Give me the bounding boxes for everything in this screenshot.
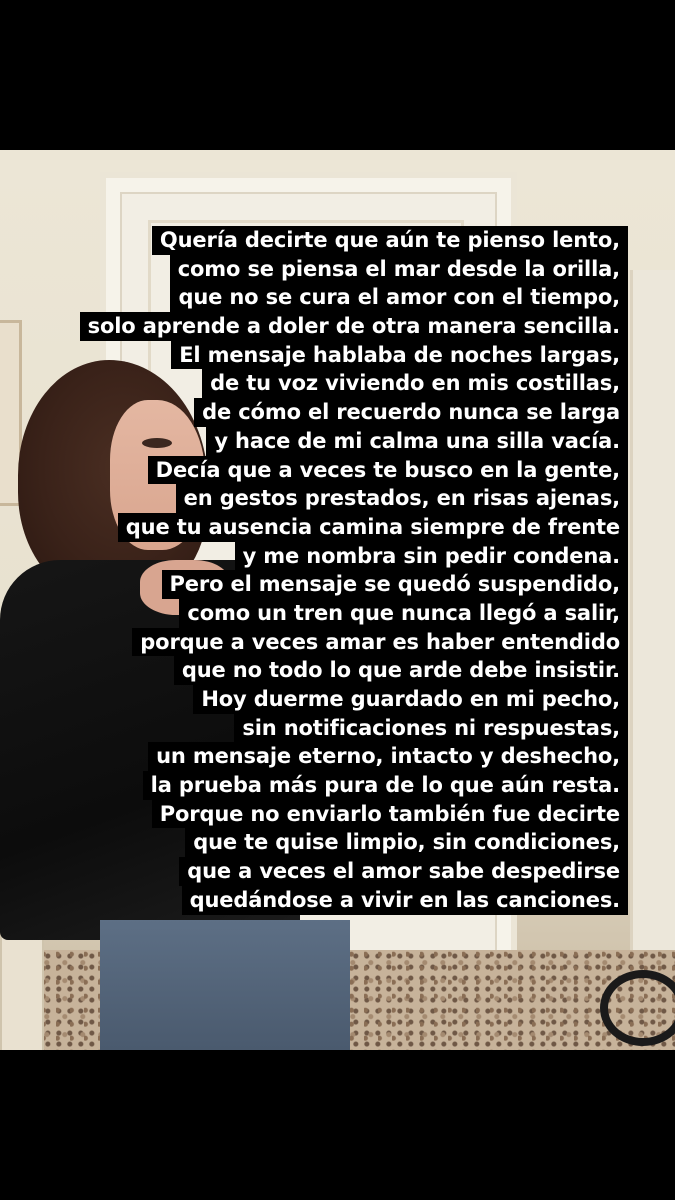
story-line-text: la prueba más pura de lo que aún resta.	[142, 771, 628, 800]
story-line-text: quedándose a vivir en las canciones.	[181, 885, 628, 915]
story-line-text: sin notificaciones ni respuestas,	[234, 713, 628, 743]
story-line: y hace de mi calma una silla vacía.	[0, 426, 675, 456]
story-text-overlay: Quería decirte que aún te pienso lento, …	[0, 226, 675, 915]
story-line-text: Hoy duerme guardado en mi pecho,	[193, 685, 628, 714]
story-line-text: que tu ausencia camina siempre de frente	[117, 512, 628, 542]
story-line-text: como se piensa el mar desde la orilla,	[169, 254, 628, 284]
story-line: como se piensa el mar desde la orilla,	[0, 254, 675, 284]
story-line: en gestos prestados, en risas ajenas,	[0, 484, 675, 513]
story-line-text: en gestos prestados, en risas ajenas,	[175, 484, 628, 513]
story-line: y me nombra sin pedir condena.	[0, 541, 675, 571]
story-line-text: de cómo el recuerdo nunca se larga	[194, 398, 628, 427]
story-line: que no se cura el amor con el tiempo,	[0, 283, 675, 313]
story-line-text: Decía que a veces te busco en la gente,	[147, 455, 628, 485]
story-line-text: y hace de mi calma una silla vacía.	[206, 426, 628, 456]
story-line: que tu ausencia camina siempre de frente	[0, 512, 675, 542]
story-line-text: que no todo lo que arde debe insistir.	[173, 656, 628, 686]
story-line-text: solo aprende a doler de otra manera senc…	[79, 312, 628, 341]
story-line-text: que no se cura el amor con el tiempo,	[170, 283, 628, 313]
story-line-text: que a veces el amor sabe despedirse	[179, 857, 628, 886]
story-line: que te quise limpio, sin condiciones,	[0, 828, 675, 858]
story-line: la prueba más pura de lo que aún resta.	[0, 771, 675, 800]
story-line-text: porque a veces amar es haber entendido	[132, 627, 628, 657]
story-line: Hoy duerme guardado en mi pecho,	[0, 685, 675, 714]
story-line: Quería decirte que aún te pienso lento,	[0, 226, 675, 255]
story-line: solo aprende a doler de otra manera senc…	[0, 312, 675, 341]
story-line: que no todo lo que arde debe insistir.	[0, 656, 675, 686]
story-line: un mensaje eterno, intacto y deshecho,	[0, 742, 675, 772]
story-line: que a veces el amor sabe despedirse	[0, 857, 675, 886]
story-line-text: Pero el mensaje se quedó suspendido,	[161, 570, 628, 599]
story-line: porque a veces amar es haber entendido	[0, 627, 675, 657]
story-line: sin notificaciones ni respuestas,	[0, 713, 675, 743]
story-line-text: Quería decirte que aún te pienso lento,	[151, 226, 628, 255]
person-jeans	[100, 920, 350, 1050]
story-line-text: y me nombra sin pedir condena.	[234, 541, 628, 571]
story-line: como un tren que nunca llegó a salir,	[0, 598, 675, 628]
letterbox-top	[0, 0, 675, 150]
story-line-text: que te quise limpio, sin condiciones,	[185, 828, 628, 858]
story-line: Porque no enviarlo también fue decirte	[0, 799, 675, 829]
story-line-text: un mensaje eterno, intacto y deshecho,	[148, 742, 628, 772]
story-line: de cómo el recuerdo nunca se larga	[0, 398, 675, 427]
story-line: de tu voz viviendo en mis costillas,	[0, 369, 675, 399]
story-line: Decía que a veces te busco en la gente,	[0, 455, 675, 485]
story-line-text: Porque no enviarlo también fue decirte	[151, 799, 628, 829]
letterbox-bottom	[0, 1050, 675, 1200]
story-line: quedándose a vivir en las canciones.	[0, 885, 675, 915]
story-line: El mensaje hablaba de noches largas,	[0, 340, 675, 370]
story-line-text: de tu voz viviendo en mis costillas,	[202, 369, 628, 399]
story-line-text: El mensaje hablaba de noches largas,	[171, 340, 628, 370]
story-line: Pero el mensaje se quedó suspendido,	[0, 570, 675, 599]
story-line-text: como un tren que nunca llegó a salir,	[179, 598, 628, 628]
